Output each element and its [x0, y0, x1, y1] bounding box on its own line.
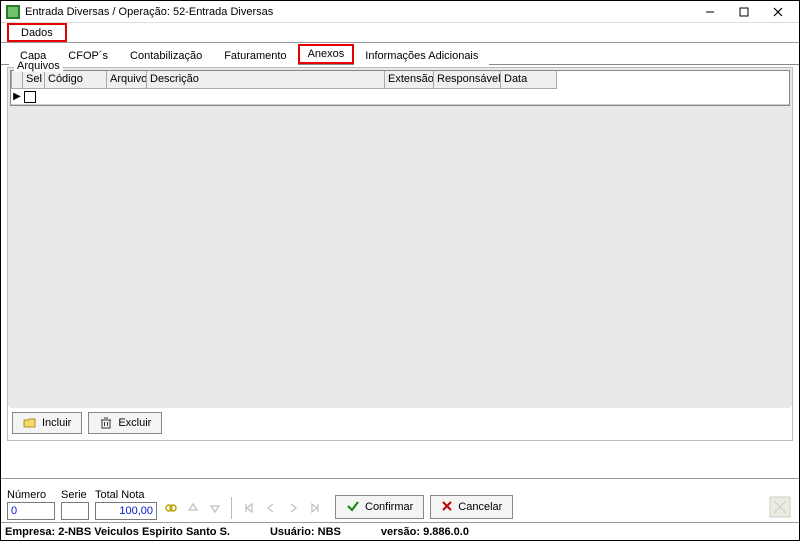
confirm-buttons: Confirmar Cancelar — [335, 495, 513, 520]
minimize-button[interactable] — [693, 2, 727, 22]
numero-label: Número — [7, 489, 55, 501]
numero-field: Número — [7, 489, 55, 520]
col-indicator — [11, 71, 23, 89]
col-responsavel[interactable]: Responsável — [434, 71, 501, 89]
serie-input[interactable] — [61, 502, 89, 520]
folder-add-icon — [23, 416, 37, 430]
maximize-button[interactable] — [727, 2, 761, 22]
col-codigo[interactable]: Código — [45, 71, 107, 89]
col-descricao[interactable]: Descrição — [147, 71, 385, 89]
separator — [231, 497, 233, 519]
row-sel-checkbox[interactable] — [24, 91, 36, 103]
nav-next-icon[interactable] — [285, 500, 301, 516]
status-versao: versão: 9.886.0.0 — [381, 526, 469, 538]
menubar: Dados — [1, 23, 799, 43]
nav-prev-icon[interactable] — [263, 500, 279, 516]
tab-info-adicionais[interactable]: Informações Adicionais — [354, 45, 489, 65]
group-legend: Arquivos — [14, 60, 63, 72]
corner-logo-icon — [767, 494, 793, 520]
tab-strip: Capa CFOP´s Contabilização Faturamento A… — [1, 43, 799, 65]
col-data[interactable]: Data — [501, 71, 557, 89]
nav-first-icon[interactable] — [241, 500, 257, 516]
col-sel[interactable]: Sel — [23, 71, 45, 89]
serie-label: Serie — [61, 489, 89, 501]
status-usuario: Usuário: NBS — [270, 526, 341, 538]
col-extensao[interactable]: Extensão — [385, 71, 434, 89]
status-empresa: Empresa: 2-NBS Veiculos Espirito Santo S… — [5, 526, 230, 538]
arrow-down-icon[interactable] — [207, 500, 223, 516]
tab-contabilizacao[interactable]: Contabilização — [119, 45, 213, 65]
tab-cfops[interactable]: CFOP´s — [57, 45, 119, 65]
nav-icons-group — [163, 497, 323, 520]
attachments-grid[interactable]: Sel Código Arquivo Descrição Extensão Re… — [10, 70, 790, 106]
group-button-row: Incluir Excluir — [8, 406, 792, 440]
x-icon — [441, 500, 453, 515]
grid-header-row: Sel Código Arquivo Descrição Extensão Re… — [11, 71, 789, 89]
arrow-up-icon[interactable] — [185, 500, 201, 516]
app-window: Entrada Diversas / Operação: 52-Entrada … — [0, 0, 800, 541]
total-nota-label: Total Nota — [95, 489, 157, 501]
window-title: Entrada Diversas / Operação: 52-Entrada … — [25, 6, 693, 18]
excluir-label: Excluir — [118, 417, 151, 429]
incluir-button[interactable]: Incluir — [12, 412, 82, 434]
tab-faturamento[interactable]: Faturamento — [213, 45, 297, 65]
numero-input[interactable] — [7, 502, 55, 520]
confirmar-label: Confirmar — [365, 501, 413, 513]
row-indicator-icon: ▶ — [11, 91, 23, 102]
app-icon — [5, 4, 21, 20]
total-nota-input[interactable] — [95, 502, 157, 520]
col-arquivo[interactable]: Arquivo — [107, 71, 147, 89]
cancelar-button[interactable]: Cancelar — [430, 495, 513, 519]
content-spacer — [1, 441, 799, 478]
tab-anexos[interactable]: Anexos — [298, 44, 355, 64]
serie-field: Serie — [61, 489, 89, 520]
menu-dados[interactable]: Dados — [7, 23, 67, 42]
link-icon[interactable] — [163, 500, 179, 516]
incluir-label: Incluir — [42, 417, 71, 429]
cancelar-label: Cancelar — [458, 501, 502, 513]
check-icon — [346, 499, 360, 516]
total-nota-field: Total Nota — [95, 489, 157, 520]
close-button[interactable] — [761, 2, 795, 22]
excluir-button[interactable]: Excluir — [88, 412, 162, 434]
footer-toolbar: Número Serie Total Nota — [1, 478, 799, 522]
grid-area: Sel Código Arquivo Descrição Extensão Re… — [8, 68, 792, 406]
titlebar: Entrada Diversas / Operação: 52-Entrada … — [1, 1, 799, 23]
confirmar-button[interactable]: Confirmar — [335, 495, 424, 519]
window-controls — [693, 2, 795, 22]
arquivos-groupbox: Arquivos Sel Código Arquivo Descrição Ex… — [7, 67, 793, 441]
trash-icon — [99, 416, 113, 430]
status-bar: Empresa: 2-NBS Veiculos Espirito Santo S… — [1, 522, 799, 540]
grid-empty-area — [10, 106, 790, 408]
grid-row[interactable]: ▶ — [11, 89, 789, 105]
nav-last-icon[interactable] — [307, 500, 323, 516]
